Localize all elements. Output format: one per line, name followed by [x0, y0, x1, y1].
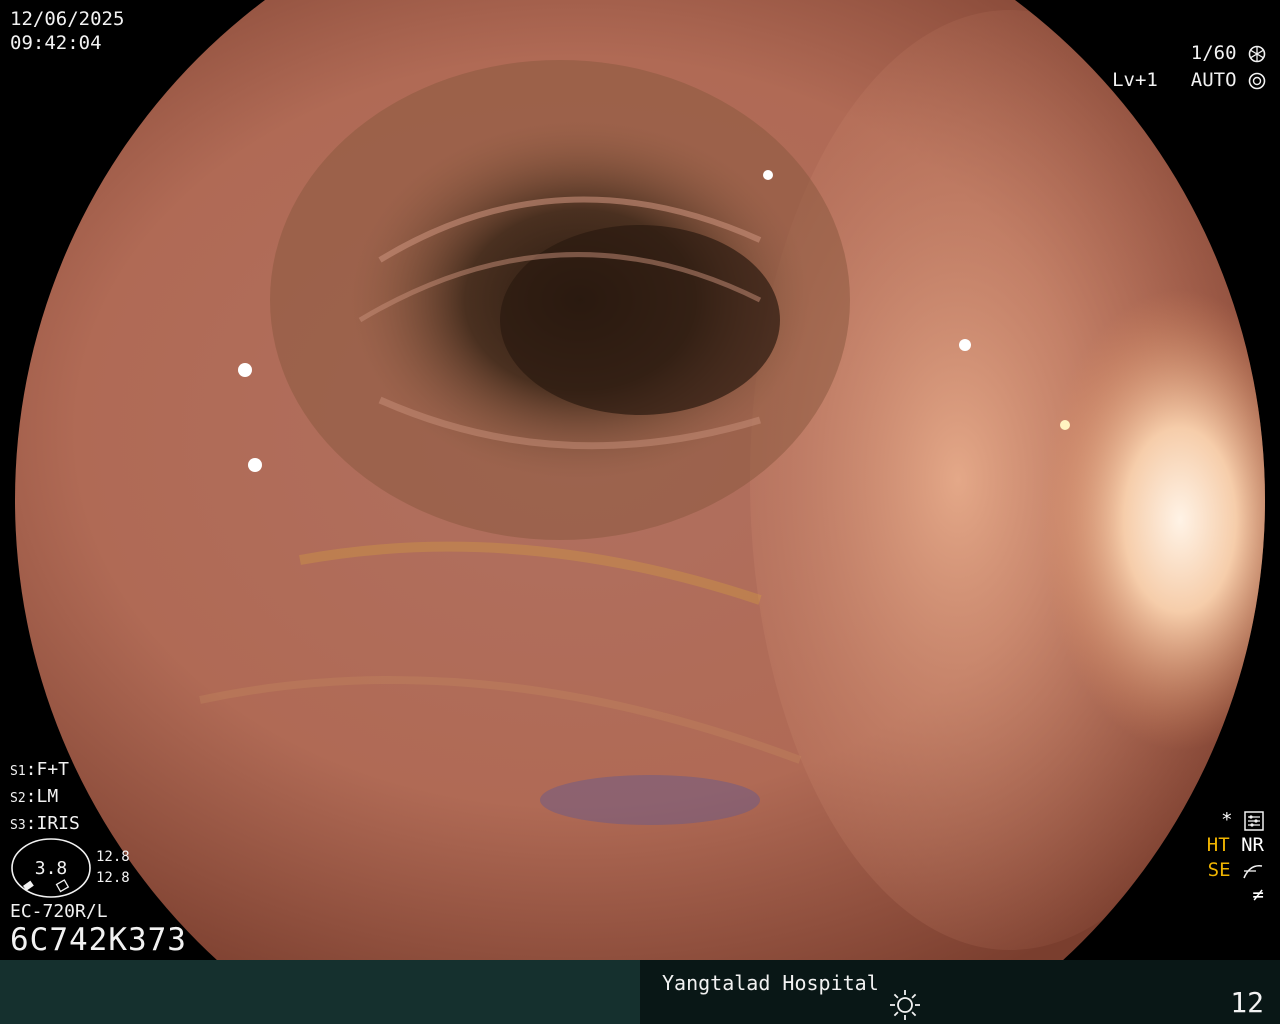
setting-key: S1 [10, 764, 26, 779]
status-row-2: HT NR [1207, 833, 1264, 858]
setting-value: F+T [36, 759, 70, 780]
ht-label: HT [1206, 834, 1230, 856]
date-text: 12/06/2025 [10, 8, 125, 30]
bottom-bar-right: Yangtalad Hospital 12 [640, 960, 1280, 1024]
setting-row-s2: S2:LM [10, 786, 59, 807]
endoscope-viewport: 12/06/2025 09:42:04 1/60 Lv+1 AUTO S1:F+… [0, 0, 1280, 960]
colon-endoscopic-image [15, 0, 1265, 960]
frame-number: 12 [1230, 986, 1264, 1019]
curve-icon [1243, 864, 1263, 878]
setting-key: S3 [10, 818, 26, 833]
settings-list-icon [1244, 810, 1264, 831]
gauge-value-2: 12.8 [96, 870, 130, 886]
iris-icon [1248, 72, 1266, 89]
status-row-1: * [1207, 808, 1264, 833]
gauge-value-1: 12.8 [96, 849, 130, 865]
processing-status: * HT NR SE ≠ [1207, 808, 1264, 908]
gauge-marker-right [55, 879, 70, 893]
insertion-gauge: 3.8 [11, 838, 91, 898]
se-label: SE [1207, 859, 1231, 881]
level-text: Lv+1 [1112, 69, 1158, 91]
setting-row-s3: S3:IRIS [10, 813, 80, 834]
setting-value: IRIS [36, 813, 80, 834]
setting-value: LM [36, 786, 59, 807]
bottom-bar-left [0, 960, 640, 1024]
neq-symbol: ≠ [1252, 884, 1264, 906]
shutter-speed: 1/60 [1190, 42, 1237, 64]
datetime-display: 12/06/2025 09:42:04 [10, 7, 124, 55]
brightness-level-readout: Lv+1 AUTO [1112, 68, 1266, 92]
status-row-4: ≠ [1207, 883, 1264, 908]
gauge-value: 3.8 [35, 858, 68, 879]
sun-icon [890, 990, 920, 1020]
gauge-values: 12.8 12.8 [96, 847, 130, 889]
iris-mode-text: AUTO [1190, 69, 1237, 91]
nr-label: NR [1241, 834, 1264, 856]
status-row-3: SE [1207, 858, 1264, 883]
switch-settings: S1:F+T S2:LM S3:IRIS [10, 757, 80, 838]
setting-key: S2 [10, 791, 26, 806]
setting-row-s1: S1:F+T [10, 759, 70, 780]
time-text: 09:42:04 [10, 32, 102, 54]
aperture-icon [1248, 45, 1266, 62]
asterisk-mark: * [1221, 809, 1233, 831]
bottom-info-bar: Yangtalad Hospital 12 [0, 960, 1280, 1024]
scope-serial: 6C742K373 [10, 922, 187, 958]
hospital-name: Yangtalad Hospital [662, 971, 879, 995]
shutter-readout: 1/60 [1191, 41, 1266, 65]
